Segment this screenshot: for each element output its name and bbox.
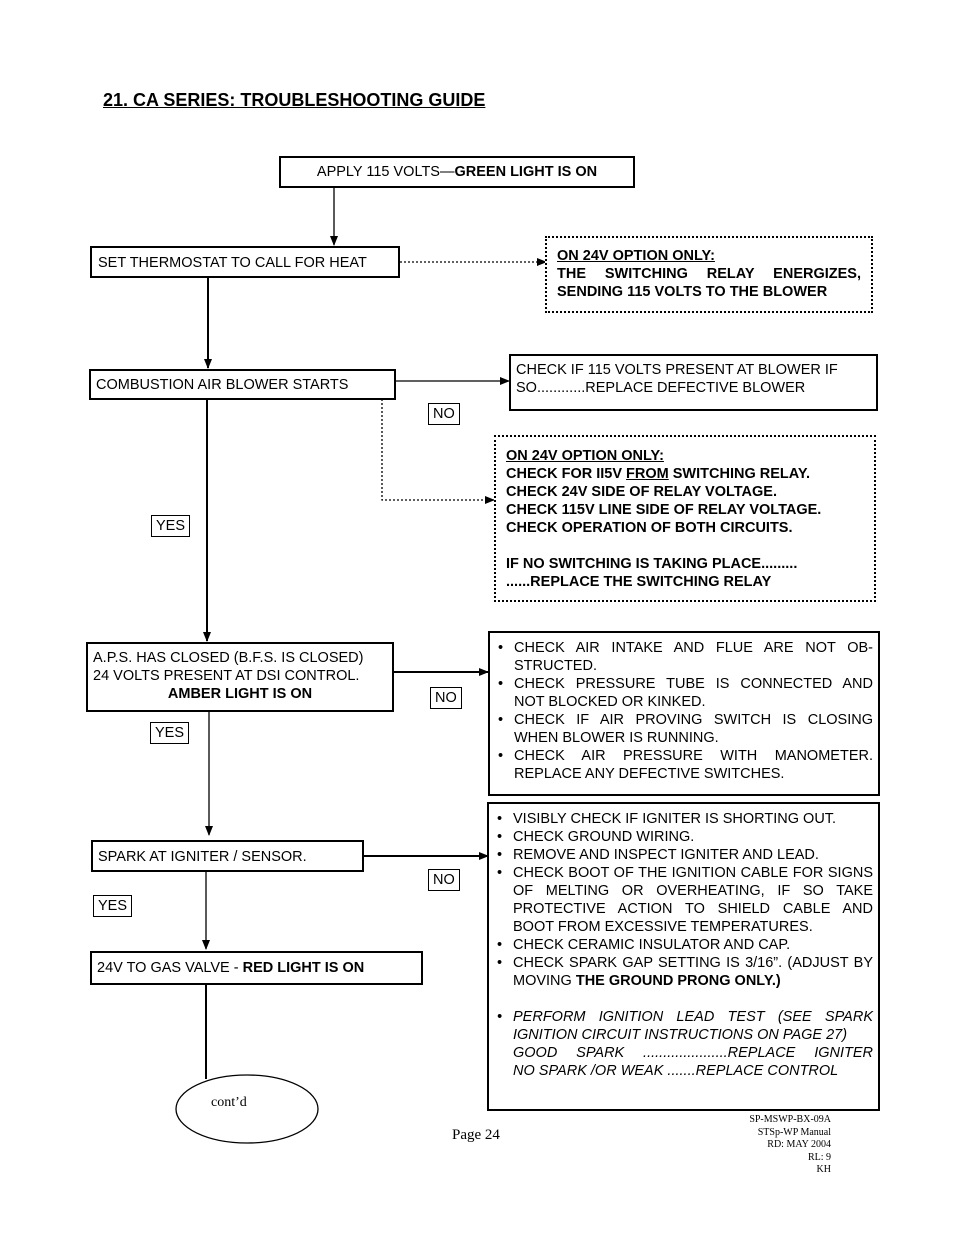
note1-line1: THE SWITCHING RELAY ENERGIZES,	[557, 266, 861, 282]
list-item: CHECK AIR PRESSURE WITH MANOMETER. REPLA…	[495, 747, 873, 783]
note-24v-relay-checks: ON 24V OPTION ONLY: CHECK FOR II5V FROM …	[494, 435, 876, 602]
action-check-air-intake: CHECK AIR INTAKE AND FLUE ARE NOT OB-STR…	[488, 631, 880, 796]
list-item: CHECK SPARK GAP SETTING IS 3/16”. (ADJUS…	[494, 954, 873, 990]
step-combustion-blower: COMBUSTION AIR BLOWER STARTS	[89, 369, 396, 400]
note2-line1-pre: CHECK FOR II5V	[506, 466, 627, 482]
note2-line1-post: SWITCHING RELAY.	[668, 466, 810, 482]
label-yes-text: YES	[155, 725, 185, 741]
step-thermostat-text: SET THERMOSTAT TO CALL FOR HEAT	[98, 255, 367, 271]
continued-label: cont’d	[211, 1095, 247, 1110]
list-item: REMOVE AND INSPECT IGNITER AND LEAD.	[494, 846, 873, 864]
label-no: NO	[430, 687, 462, 709]
list-item: PERFORM IGNITION LEAD TEST (SEE SPARK IG…	[494, 1008, 873, 1080]
step-spark-at-igniter: SPARK AT IGNITER / SENSOR.	[91, 840, 364, 872]
amber-light-text: AMBER LIGHT IS ON	[167, 686, 313, 702]
green-light-text: GREEN LIGHT IS ON	[454, 164, 598, 180]
aps-line1: A.P.S. HAS CLOSED (B.F.S. IS CLOSED)	[93, 650, 364, 666]
doc-revision-date: RD: MAY 2004	[767, 1139, 831, 1150]
step-gas-valve: 24V TO GAS VALVE - RED LIGHT IS ON	[90, 951, 423, 985]
lead-test-line1: PERFORM IGNITION LEAD TEST (SEE SPARK IG…	[513, 1009, 873, 1043]
doc-code: SP-MSWP-BX-09A	[749, 1114, 831, 1125]
gas-valve-text: 24V TO GAS VALVE -	[97, 960, 243, 976]
label-yes: YES	[93, 895, 133, 917]
list-item: CHECK BOOT OF THE IGNITION CABLE FOR SIG…	[494, 864, 873, 936]
note2-line1-from: FROM	[626, 466, 669, 482]
list-item: CHECK CERAMIC INSULATOR AND CAP.	[494, 936, 873, 954]
page-title: 21. CA SERIES: TROUBLESHOOTING GUIDE	[103, 90, 486, 110]
label-yes-text: YES	[156, 518, 186, 534]
note2-line1: CHECK FOR II5V FROM SWITCHING RELAY.	[506, 465, 864, 483]
aps-line2: 24 VOLTS PRESENT AT DSI CONTROL.	[93, 668, 360, 684]
label-no: NO	[428, 869, 460, 891]
label-no-text: NO	[435, 690, 457, 706]
action-check-igniter: VISIBLY CHECK IF IGNITER IS SHORTING OUT…	[487, 802, 880, 1111]
note2-heading: ON 24V OPTION ONLY:	[506, 448, 664, 464]
label-no-text: NO	[433, 872, 455, 888]
note2-line2: CHECK 24V SIDE OF RELAY VOLTAGE.	[506, 484, 777, 500]
document-info: SP-MSWP-BX-09A STSp-WP Manual RD: MAY 20…	[700, 1114, 831, 1177]
aps-action-list: CHECK AIR INTAKE AND FLUE ARE NOT OB-STR…	[495, 639, 873, 783]
action-blower-text: CHECK IF 115 VOLTS PRESENT AT BLOWER IF …	[516, 362, 838, 396]
doc-manual: STSp-WP Manual	[757, 1126, 831, 1138]
list-item: VISIBLY CHECK IF IGNITER IS SHORTING OUT…	[494, 810, 873, 828]
step-apply-text: APPLY 115 VOLTS—	[316, 164, 455, 180]
continued-oval	[175, 1074, 319, 1144]
red-light-text: RED LIGHT IS ON	[242, 960, 365, 976]
label-no: NO	[428, 403, 460, 425]
list-item: CHECK GROUND WIRING.	[494, 828, 873, 846]
lead-test-list: PERFORM IGNITION LEAD TEST (SEE SPARK IG…	[494, 1008, 873, 1080]
note-24v-relay-energizes: ON 24V OPTION ONLY: THE SWITCHING RELAY …	[545, 236, 873, 313]
label-yes: YES	[151, 515, 191, 537]
lead-test-good-spark: GOOD SPARK .....................REPLACE …	[513, 1045, 873, 1061]
list-item: CHECK AIR INTAKE AND FLUE ARE NOT OB-STR…	[495, 639, 873, 675]
note2-line5: IF NO SWITCHING IS TAKING PLACE.........	[506, 556, 798, 572]
note2-line6: ......REPLACE THE SWITCHING RELAY	[506, 574, 772, 590]
label-yes: YES	[150, 722, 190, 744]
doc-author: KH	[816, 1164, 831, 1175]
step-apply-115-volts: APPLY 115 VOLTS—GREEN LIGHT IS ON	[279, 156, 635, 188]
note1-line2: SENDING 115 VOLTS TO THE BLOWER	[557, 284, 828, 300]
action-check-blower: CHECK IF 115 VOLTS PRESENT AT BLOWER IF …	[509, 354, 878, 411]
list-item: CHECK PRESSURE TUBE IS CONNECTED AND NOT…	[495, 675, 873, 711]
spark-action-list: VISIBLY CHECK IF IGNITER IS SHORTING OUT…	[494, 810, 873, 990]
page-number: Page 24	[452, 1127, 500, 1143]
note1-heading: ON 24V OPTION ONLY:	[557, 248, 715, 264]
label-no-text: NO	[433, 406, 455, 422]
ground-prong-text: THE GROUND PRONG ONLY.)	[575, 973, 781, 989]
doc-revision-level: RL: 9	[807, 1151, 831, 1163]
label-yes-text: YES	[98, 898, 128, 914]
step-spark-text: SPARK AT IGNITER / SENSOR.	[98, 849, 307, 865]
step-aps-closed: A.P.S. HAS CLOSED (B.F.S. IS CLOSED) 24 …	[86, 642, 394, 712]
note2-line4: CHECK OPERATION OF BOTH CIRCUITS.	[506, 520, 793, 536]
step-blower-text: COMBUSTION AIR BLOWER STARTS	[96, 377, 349, 393]
note2-line3: CHECK 115V LINE SIDE OF RELAY VOLTAGE.	[506, 502, 822, 518]
step-set-thermostat: SET THERMOSTAT TO CALL FOR HEAT	[90, 246, 400, 278]
list-item: CHECK IF AIR PROVING SWITCH IS CLOSING W…	[495, 711, 873, 747]
lead-test-no-spark: NO SPARK /OR WEAK .......REPLACE CONTROL	[513, 1063, 839, 1079]
